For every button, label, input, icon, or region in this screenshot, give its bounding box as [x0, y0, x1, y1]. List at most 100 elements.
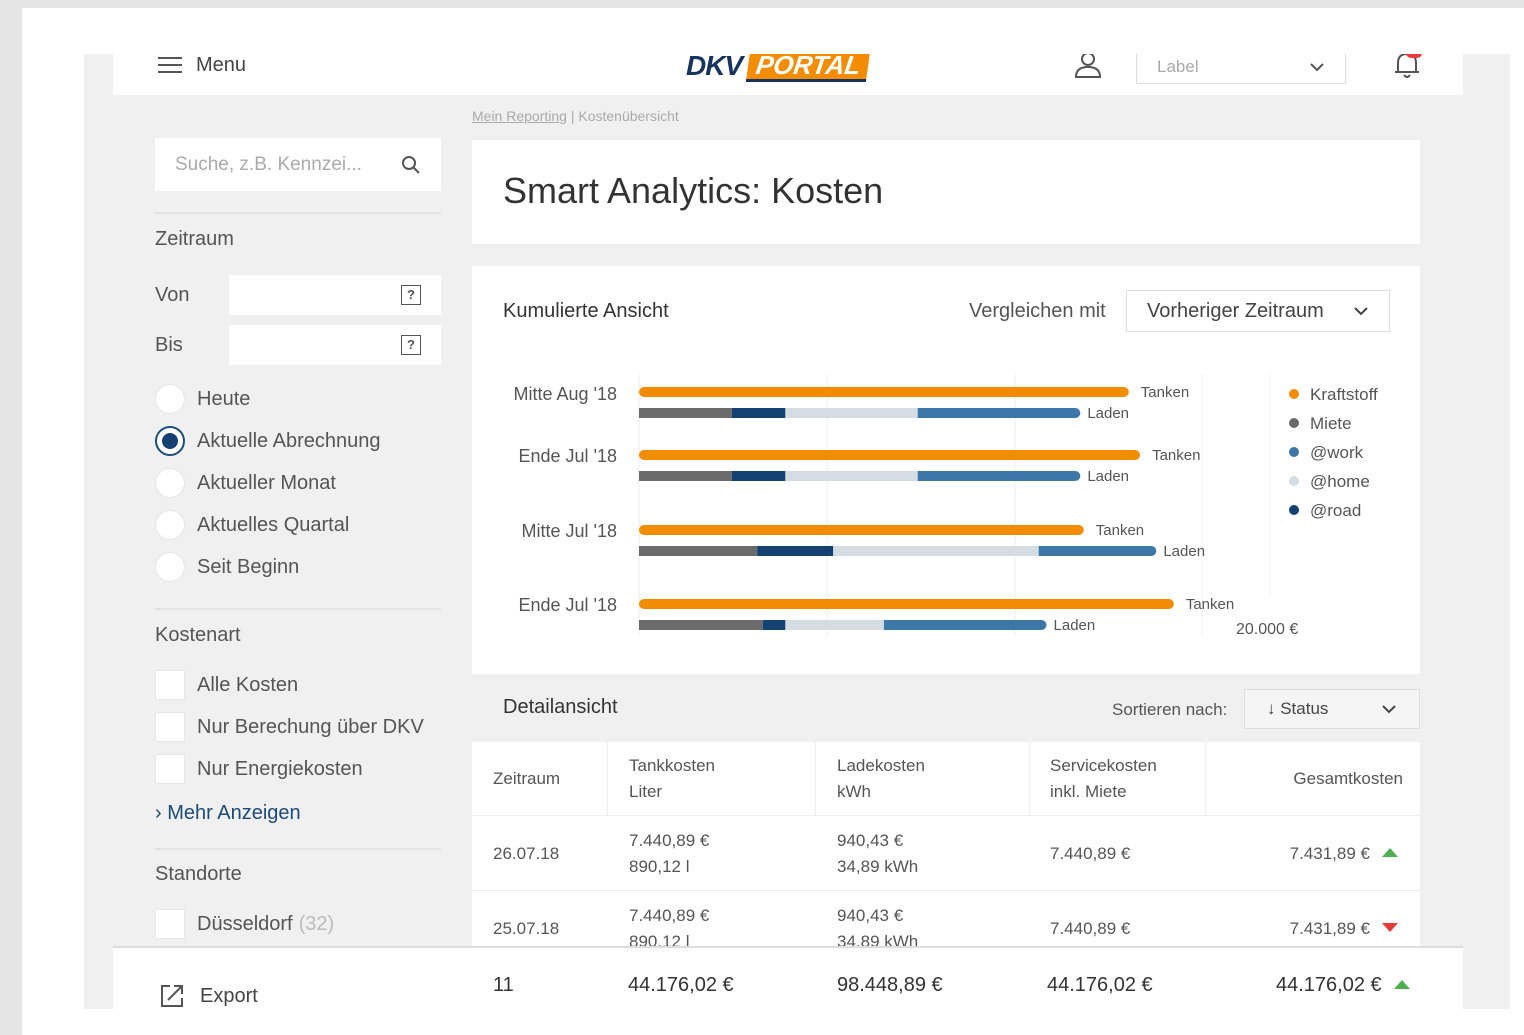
trend-down-icon [1382, 923, 1398, 932]
column-divider [1205, 742, 1206, 816]
radio-button[interactable] [155, 552, 185, 582]
col-header-servicekosten[interactable]: Servicekosten inkl. Miete [1050, 753, 1157, 805]
laden-segment-Miete [639, 408, 732, 418]
laden-segment-road [731, 471, 786, 481]
mehr-anzeigen-link[interactable]: › Mehr Anzeigen [155, 802, 301, 825]
laden-segment-work [917, 408, 1076, 418]
radio-button[interactable] [155, 384, 185, 414]
laden-segment-work [883, 620, 1042, 630]
breadcrumb: Mein Reporting | Kostenübersicht [472, 108, 679, 124]
col-header-line1: Ladekosten [837, 756, 925, 775]
von-date-input[interactable]: ? [229, 275, 441, 315]
col-header-tankkosten[interactable]: Tankkosten Liter [629, 753, 715, 805]
chart-card: Kumulierte Ansicht Vergleichen mit Vorhe… [472, 266, 1420, 674]
trend-up-icon [1382, 848, 1398, 857]
laden-segment-Miete [639, 620, 763, 630]
cell-servicekosten: 7.440,89 € [1050, 919, 1131, 938]
cell-zeitraum: 25.07.18 [493, 919, 560, 938]
label-select[interactable]: Label [1136, 54, 1346, 84]
laden-segment-home [833, 546, 1039, 556]
column-divider [815, 742, 816, 816]
cell-tankkosten: 7.440,89 € 890,12 l [629, 828, 709, 880]
period-radio-aktuelles-quartal[interactable]: Aktuelles Quartal [155, 510, 349, 540]
radio-button[interactable] [155, 468, 185, 498]
export-label: Export [200, 984, 258, 1007]
legend-label: @road [1310, 501, 1361, 520]
hamburger-icon [158, 56, 182, 74]
legend-label: Miete [1310, 414, 1352, 433]
col-header-line1: Tankkosten [629, 756, 715, 775]
period-radio-seit-beginn[interactable]: Seit Beginn [155, 552, 299, 582]
export-button[interactable]: Export [158, 982, 258, 1009]
laden-segment-cap [1146, 546, 1157, 556]
detail-table: Zeitraum Tankkosten Liter Ladekosten kWh… [472, 742, 1420, 966]
cell-lade-value: 940,43 € [837, 831, 904, 850]
kostenart-checkbox-dkv[interactable]: Nur Berechung über DKV [155, 712, 424, 742]
cell-gesamt-value: 7.431,89 € [1289, 844, 1370, 863]
zeitraum-title: Zeitraum [155, 228, 234, 250]
cell-servicekosten: 7.440,89 € [1050, 844, 1131, 863]
trend-up-icon [1393, 980, 1410, 989]
col-header-line2: Liter [629, 782, 663, 801]
standort-count: (32) [298, 912, 335, 935]
chart-category-label: Ende Jul '18 [518, 595, 617, 615]
cell-zeitraum: 26.07.18 [493, 844, 560, 863]
col-header-gesamtkosten[interactable]: Gesamtkosten [1293, 766, 1403, 792]
breadcrumb-link-reporting[interactable]: Mein Reporting [472, 108, 567, 124]
checkbox[interactable] [155, 909, 185, 939]
laden-segment-road [731, 408, 786, 418]
bis-date-input[interactable]: ? [229, 325, 441, 365]
standort-checkbox-duesseldorf[interactable]: Düsseldorf (32) [155, 909, 334, 939]
laden-segment-Miete [639, 471, 732, 481]
sort-select[interactable]: ↓ Status [1244, 689, 1420, 729]
search-icon[interactable] [401, 155, 421, 175]
standorte-title: Standorte [155, 863, 242, 885]
period-radio-aktueller-monat[interactable]: Aktueller Monat [155, 468, 336, 498]
chevron-down-icon [1382, 705, 1396, 714]
checkbox[interactable] [155, 754, 185, 784]
col-header-ladekosten[interactable]: Ladekosten kWh [837, 753, 925, 805]
cost-bar-chart: Mitte Aug '18 Tanken Laden Ende Jul '18 Tank… [514, 374, 1378, 638]
user-icon[interactable] [1073, 54, 1103, 78]
bis-label: Bis [155, 334, 183, 356]
sort-select-value: ↓ Status [1267, 699, 1329, 718]
checkbox[interactable] [155, 670, 185, 700]
radio-label: Aktuelle Abrechnung [197, 429, 381, 452]
cell-kwh-value: 34,89 kWh [837, 857, 919, 876]
radio-button-selected[interactable] [155, 426, 185, 456]
date-help-icon[interactable]: ? [401, 285, 421, 305]
date-help-icon[interactable]: ? [401, 335, 421, 355]
top-bar: Menu DKV PORTAL Label [113, 54, 1463, 95]
checkbox[interactable] [155, 712, 185, 742]
period-radio-heute[interactable]: Heute [155, 384, 250, 414]
chart-axis-label: 20.000 € [1236, 621, 1298, 638]
device-frame: Menu DKV PORTAL Label Mein Reporting | K… [22, 8, 1524, 1035]
legend-swatch [1289, 505, 1299, 515]
tanken-bar [639, 599, 1174, 609]
laden-segment-cap [1036, 620, 1047, 630]
laden-segment-work [1038, 546, 1152, 556]
menu-button[interactable]: Menu [158, 54, 246, 76]
tanken-bar [639, 525, 1084, 535]
table-row[interactable]: 26.07.18 7.440,89 € 890,12 l 940,43 € 34… [472, 816, 1420, 891]
cell-tank-value: 7.440,89 € [629, 906, 710, 925]
detail-header: Detailansicht Sortieren nach: ↓ Status [472, 674, 1420, 742]
laden-bar-label: Laden [1087, 468, 1129, 485]
period-radio-aktuelle-abrechnung[interactable]: Aktuelle Abrechnung [155, 426, 380, 456]
column-divider [1029, 742, 1030, 816]
laden-segment-work [917, 471, 1076, 481]
dkv-portal-logo[interactable]: DKV PORTAL [686, 54, 871, 82]
radio-button[interactable] [155, 510, 185, 540]
tanken-bar-label: Tanken [1152, 447, 1200, 464]
search-input[interactable]: Suche, z.B. Kennzei... [155, 138, 441, 191]
kostenart-checkbox-alle[interactable]: Alle Kosten [155, 670, 298, 700]
col-header-zeitraum[interactable]: Zeitraum [493, 766, 560, 792]
laden-bar-label: Laden [1087, 405, 1129, 422]
total-servicekosten: 44.176,02 € [1047, 974, 1153, 996]
breadcrumb-current: Kostenübersicht [578, 108, 679, 124]
tanken-bar-label: Tanken [1096, 522, 1144, 539]
laden-segment-road [757, 546, 834, 556]
kostenart-checkbox-energie[interactable]: Nur Energiekosten [155, 754, 363, 784]
laden-segment-home [785, 471, 918, 481]
legend-label: @home [1310, 472, 1370, 491]
